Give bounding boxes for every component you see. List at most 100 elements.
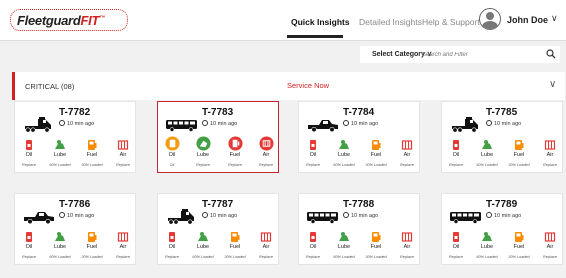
indicator-label: Lube bbox=[480, 244, 494, 250]
indicator-status: Replace bbox=[543, 163, 557, 167]
air-indicator[interactable]: Air bbox=[536, 230, 564, 250]
last-updated: 10 min ago bbox=[343, 212, 378, 219]
truck-card[interactable]: T-7785 10 min ago Oil Lube Fuel Air Replace 60%… bbox=[441, 101, 563, 173]
air-indicator[interactable]: Air bbox=[109, 138, 137, 158]
indicator-label: Fuel bbox=[370, 152, 382, 158]
last-updated: 10 min ago bbox=[486, 120, 521, 127]
semi-truck-icon bbox=[448, 114, 484, 134]
indicator-status: 30% Loaded bbox=[81, 163, 103, 167]
oil-indicator[interactable]: Oil bbox=[158, 230, 186, 250]
indicator-label: Oil bbox=[25, 244, 33, 250]
truck-id: T-7784 bbox=[343, 107, 375, 118]
indicator-label: Air bbox=[403, 152, 411, 158]
bus-icon bbox=[164, 114, 200, 134]
air-indicator[interactable]: Air bbox=[109, 230, 137, 250]
oil-indicator[interactable]: Oil bbox=[15, 230, 43, 250]
chevron-down-icon[interactable]: ∨ bbox=[549, 79, 556, 90]
user-name[interactable]: John Doe bbox=[507, 15, 548, 25]
indicator-label: Air bbox=[262, 152, 270, 158]
filter-status-icons: Oil Lube Fuel Air bbox=[442, 230, 564, 252]
lube-indicator[interactable]: Lube bbox=[330, 230, 358, 250]
service-now-link[interactable]: Service Now bbox=[287, 81, 329, 90]
indicator-status: Replace bbox=[306, 255, 320, 259]
indicator-status: 30% Loaded bbox=[365, 163, 387, 167]
bus-icon bbox=[305, 206, 341, 226]
air-indicator[interactable]: Air bbox=[393, 138, 421, 158]
lube-indicator[interactable]: Lube bbox=[189, 230, 217, 250]
oil-indicator[interactable]: Oil bbox=[299, 138, 327, 158]
indicator-status: Replace bbox=[259, 163, 273, 167]
indicator-label: Air bbox=[119, 152, 127, 158]
fuel-indicator[interactable]: Fuel bbox=[362, 138, 390, 158]
air-icon bbox=[260, 230, 272, 242]
tab-detailed-insights[interactable]: Detailed Insights bbox=[359, 17, 422, 27]
truck-card[interactable]: T-7788 10 min ago Oil Lube Fuel Air Replace 60%… bbox=[298, 193, 420, 265]
air-icon bbox=[401, 138, 413, 150]
oil-indicator[interactable]: Oil bbox=[15, 138, 43, 158]
pickup-icon bbox=[305, 114, 341, 134]
truck-card[interactable]: T-7782 10 min ago Oil Lube Fuel Air Replace 60%… bbox=[14, 101, 136, 173]
fuel-indicator[interactable]: Fuel bbox=[362, 230, 390, 250]
fuel-indicator[interactable]: Fuel bbox=[78, 138, 106, 158]
air-icon bbox=[258, 136, 274, 151]
lube-indicator[interactable]: Lube bbox=[473, 230, 501, 250]
indicator-status: Replace bbox=[400, 255, 414, 259]
lube-indicator[interactable]: Lube bbox=[46, 138, 74, 158]
indicator-label: Fuel bbox=[370, 244, 382, 250]
pickup-icon bbox=[21, 206, 57, 226]
lube-indicator[interactable]: Lube bbox=[189, 136, 217, 158]
air-indicator[interactable]: Air bbox=[252, 230, 280, 250]
oil-indicator[interactable]: Oil bbox=[442, 230, 470, 250]
indicator-status: 60% Loaded bbox=[476, 163, 498, 167]
chevron-down-icon[interactable]: ∨ bbox=[551, 13, 558, 24]
indicator-label: Oil bbox=[309, 152, 317, 158]
indicator-status: 60% Loaded bbox=[192, 255, 214, 259]
air-icon bbox=[544, 230, 556, 242]
truck-card[interactable]: T-7786 10 min ago Oil Lube Fuel Air Replace 60%… bbox=[14, 193, 136, 265]
oil-indicator[interactable]: Oil bbox=[442, 138, 470, 158]
indicator-label: Oil bbox=[168, 152, 176, 158]
search-icon[interactable] bbox=[546, 49, 556, 59]
critical-section-header[interactable]: CRITICAL (08) Service Now ∨ bbox=[12, 72, 565, 100]
truck-card[interactable]: T-7784 10 min ago Oil Lube Fuel Air Replace 60%… bbox=[298, 101, 420, 173]
tab-help-support[interactable]: Help & Support bbox=[422, 17, 480, 27]
fuel-indicator[interactable]: Fuel bbox=[221, 230, 249, 250]
active-tab-indicator bbox=[287, 35, 343, 38]
lube-indicator[interactable]: Lube bbox=[473, 138, 501, 158]
truck-id: T-7789 bbox=[486, 199, 518, 210]
indicator-label: Fuel bbox=[229, 244, 241, 250]
critical-count: CRITICAL (08) bbox=[25, 82, 75, 91]
fuel-indicator[interactable]: Fuel bbox=[505, 138, 533, 158]
filter-status-icons: Oil Lube Fuel Air bbox=[15, 138, 137, 160]
lube-indicator[interactable]: Lube bbox=[46, 230, 74, 250]
semi-truck-icon bbox=[21, 114, 57, 134]
truck-card[interactable]: T-7783 10 min ago Oil Lube Fuel Air Oil Replace… bbox=[157, 101, 279, 173]
clock-icon bbox=[59, 212, 65, 218]
indicator-label: Oil bbox=[452, 244, 460, 250]
search-input[interactable] bbox=[422, 48, 544, 61]
indicator-label: Oil bbox=[168, 244, 176, 250]
truck-card[interactable]: T-7789 10 min ago Oil Lube Fuel Air Replace 60%… bbox=[441, 193, 563, 265]
air-indicator[interactable]: Air bbox=[252, 136, 280, 158]
filter-status-icons: Oil Lube Fuel Air bbox=[442, 138, 564, 160]
avatar[interactable] bbox=[479, 8, 501, 30]
indicator-status: Replace bbox=[22, 163, 36, 167]
air-indicator[interactable]: Air bbox=[536, 138, 564, 158]
fuel-indicator[interactable]: Fuel bbox=[221, 136, 249, 158]
lube-indicator[interactable]: Lube bbox=[330, 138, 358, 158]
logo[interactable]: FleetguardFIT™ bbox=[10, 9, 128, 31]
lube-icon bbox=[197, 230, 209, 242]
oil-indicator[interactable]: Oil bbox=[299, 230, 327, 250]
truck-card[interactable]: T-7787 10 min ago Oil Lube Fuel Air Replace 60%… bbox=[157, 193, 279, 265]
oil-icon bbox=[166, 230, 178, 242]
indicator-status: Replace bbox=[449, 163, 463, 167]
filter-status-icons: Oil Lube Fuel Air bbox=[299, 138, 421, 160]
oil-indicator[interactable]: Oil bbox=[158, 136, 186, 158]
air-indicator[interactable]: Air bbox=[393, 230, 421, 250]
indicator-label: Lube bbox=[196, 152, 210, 158]
oil-icon bbox=[450, 230, 462, 242]
fuel-indicator[interactable]: Fuel bbox=[505, 230, 533, 250]
tab-quick-insights[interactable]: Quick Insights bbox=[291, 17, 350, 27]
truck-id: T-7788 bbox=[343, 199, 375, 210]
fuel-indicator[interactable]: Fuel bbox=[78, 230, 106, 250]
